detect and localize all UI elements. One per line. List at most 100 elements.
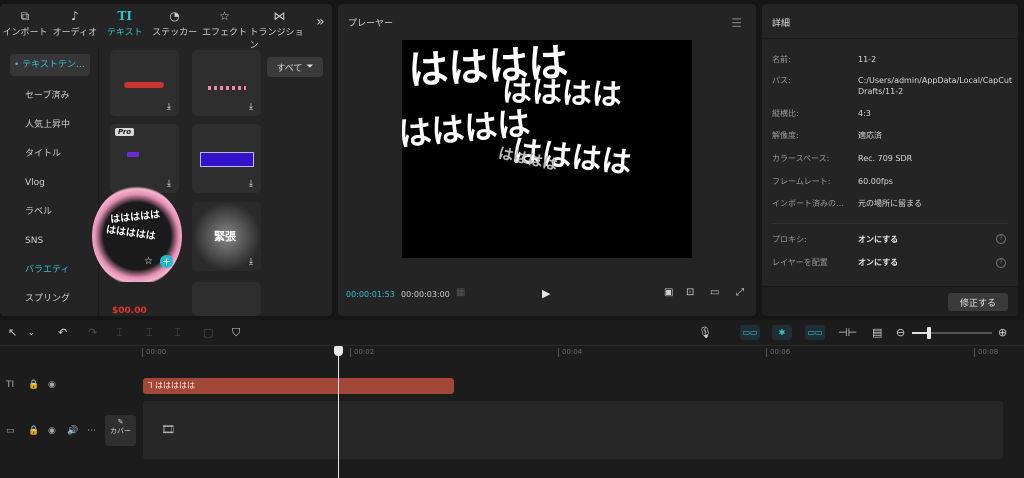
template-thumb-1[interactable]: ⤓	[110, 50, 179, 116]
template-thumb-2-art	[208, 86, 246, 90]
details-title: 詳細	[772, 19, 791, 29]
split-right-icon[interactable]: ⌶	[174, 326, 181, 340]
playhead-handle[interactable]	[334, 346, 343, 356]
text-clip-icon: Ꞁ	[148, 381, 155, 390]
preview-axis-icon[interactable]: ⊣⊢	[838, 326, 857, 339]
fix-button[interactable]: 修正する	[948, 293, 1008, 311]
pencil-icon: ✎	[117, 418, 124, 426]
lock-icon[interactable]: 🔒	[28, 426, 39, 436]
template-thumb-kincho[interactable]: 緊張 ⤓	[192, 202, 261, 271]
text-icon: TI	[117, 9, 132, 23]
template-thumb-bluebox[interactable]: ⤓	[192, 124, 261, 193]
template-thumb-hahaha[interactable]: ははははは ははははは ☆ +	[92, 186, 182, 286]
subnav-title[interactable]: タイトル	[0, 140, 98, 169]
menu-icon[interactable]: ☰	[731, 16, 742, 30]
film-icon: 🎞	[161, 423, 175, 436]
tab-sticker[interactable]: ◔ ステッカー	[150, 4, 200, 42]
template-thumb-pro-art	[127, 152, 139, 157]
fullscreen-icon[interactable]: ⤢	[736, 287, 744, 298]
player-title: プレーヤー	[348, 19, 394, 29]
subnav-text-template[interactable]: • テキストテン…	[10, 54, 90, 76]
proxy-help-icon[interactable]: ?	[996, 234, 1006, 244]
text-track-icon: TI	[6, 380, 15, 390]
download-icon[interactable]: ⤓	[164, 102, 174, 112]
tab-effect[interactable]: ☆ エフェクト	[200, 4, 250, 42]
magnet-link-icon[interactable]: ▭▭	[740, 325, 760, 340]
eye-icon[interactable]: ◉	[48, 380, 56, 390]
pro-badge: Pro	[115, 128, 135, 136]
undo-icon[interactable]: ↶	[58, 326, 67, 339]
microphone-icon[interactable]: 🎙	[698, 326, 712, 339]
subnav-divider	[98, 48, 99, 316]
details-divider	[762, 38, 1018, 39]
tab-import[interactable]: ⧉ インポート	[0, 4, 50, 42]
audio-icon: ♪	[71, 9, 79, 23]
split-icon[interactable]: ⌶	[116, 326, 123, 340]
text-clip[interactable]: Ꞁ ははははは	[143, 378, 454, 394]
split-left-icon[interactable]: ⌶	[146, 326, 153, 340]
subnav-sns[interactable]: SNS	[0, 227, 98, 256]
download-icon[interactable]: ⤓	[246, 257, 256, 267]
select-cursor-icon[interactable]: ↖	[8, 326, 17, 339]
media-tabs: ⧉ インポート ♪ オーディオ TI テキスト ◔ ステッカー ☆ エフェクト ⋈ トランジ…	[0, 4, 332, 51]
preview-quality-icon[interactable]: ▣	[664, 287, 673, 298]
subnav-trending[interactable]: 人気上昇中	[0, 111, 98, 140]
subnav-spring[interactable]: スプリング	[0, 285, 98, 314]
download-icon[interactable]: ⤓	[246, 179, 256, 189]
sticker-icon: ◔	[169, 9, 180, 23]
import-icon: ⧉	[20, 9, 30, 23]
favorite-star-icon[interactable]: ☆	[144, 256, 153, 267]
media-panel: ⧉ インポート ♪ オーディオ TI テキスト ◔ ステッカー ☆ エフェクト ⋈ トランジ…	[0, 4, 332, 316]
auto-snap-icon[interactable]: ✱	[772, 325, 792, 340]
speaker-icon[interactable]: 🔊	[67, 426, 78, 436]
timeline-ruler[interactable]: 00:00 00:02 00:04 00:06 00:08	[142, 348, 1008, 360]
tab-audio[interactable]: ♪ オーディオ	[50, 4, 100, 42]
video-preview[interactable]: はははは はははは はははは はははは はははは	[402, 40, 692, 258]
layer-help-icon[interactable]: ?	[996, 258, 1006, 268]
shield-icon[interactable]: ⛉	[232, 326, 240, 340]
template-thumb-pro[interactable]: Pro ⤓	[110, 124, 179, 193]
template-thumb-red[interactable]: $00.00	[110, 282, 179, 316]
template-thumb-1-art	[124, 82, 164, 88]
effect-icon: ☆	[219, 9, 230, 23]
zoom-in-icon[interactable]: ⊕	[998, 326, 1007, 339]
link-clips-icon[interactable]: ▭▭	[805, 325, 825, 340]
lock-icon[interactable]: 🔒	[28, 380, 39, 390]
filter-button[interactable]: すべて ⏷	[267, 57, 323, 77]
cover-button[interactable]: ✎ カバー	[105, 415, 136, 446]
transition-icon: ⋈	[273, 9, 286, 23]
tab-transition[interactable]: ⋈ トランジション	[249, 4, 308, 51]
template-thumb-2[interactable]: ⤓	[192, 50, 261, 116]
subnav-variety[interactable]: バラエティ	[0, 256, 98, 285]
main-video-track[interactable]: 🎞	[143, 401, 1003, 459]
eye-icon[interactable]: ◉	[48, 426, 56, 436]
caption-icon[interactable]: ▤	[872, 326, 882, 339]
subnav-saved[interactable]: セーブ済み	[0, 82, 98, 111]
details-separator	[772, 223, 1008, 224]
playhead-line[interactable]	[338, 347, 339, 478]
zoom-slider-handle[interactable]	[927, 327, 931, 339]
download-icon[interactable]: ⤓	[164, 179, 174, 189]
add-plus-icon[interactable]: +	[160, 255, 173, 268]
timeline-grid-icon[interactable]: ▦	[456, 287, 465, 298]
timeline-toolbar: ↖ ⌄ ↶ ↷ ⌶ ⌶ ⌶ ▢ ⛉ 🎙 ▭▭ ✱ ▭▭ ⊣⊢ ▤ ⊖ ⊕	[0, 320, 1024, 346]
tab-text[interactable]: TI テキスト	[100, 4, 150, 42]
details-panel: 詳細 名前: 11-2 パス: C:/Users/admin/AppData/Loc…	[762, 4, 1018, 316]
zoom-out-icon[interactable]: ⊖	[896, 326, 905, 339]
subnav-label[interactable]: ラベル	[0, 198, 98, 227]
template-thumb-bluebox-art	[200, 152, 254, 167]
more-options-icon[interactable]: ⋯	[87, 426, 96, 436]
delete-icon[interactable]: ▢	[203, 326, 213, 339]
more-tabs-chevron-icon[interactable]: »	[309, 4, 332, 42]
redo-icon[interactable]: ↷	[88, 326, 97, 339]
download-icon[interactable]: ⤓	[246, 102, 256, 112]
template-thumb-gray[interactable]	[192, 282, 261, 316]
video-track-icon: ▭	[6, 426, 15, 436]
subnav-vlog[interactable]: Vlog	[0, 169, 98, 198]
chevron-down-icon[interactable]: ⌄	[28, 328, 35, 337]
aspect-ratio-icon[interactable]: ▭	[710, 287, 719, 298]
current-timecode: 00:00:01:53	[346, 290, 395, 299]
play-icon[interactable]: ▶	[542, 287, 550, 300]
timeline-panel: ↖ ⌄ ↶ ↷ ⌶ ⌶ ⌶ ▢ ⛉ 🎙 ▭▭ ✱ ▭▭ ⊣⊢ ▤ ⊖ ⊕ 00:…	[0, 320, 1024, 478]
zoom-fit-icon[interactable]: ⊡	[686, 287, 694, 298]
